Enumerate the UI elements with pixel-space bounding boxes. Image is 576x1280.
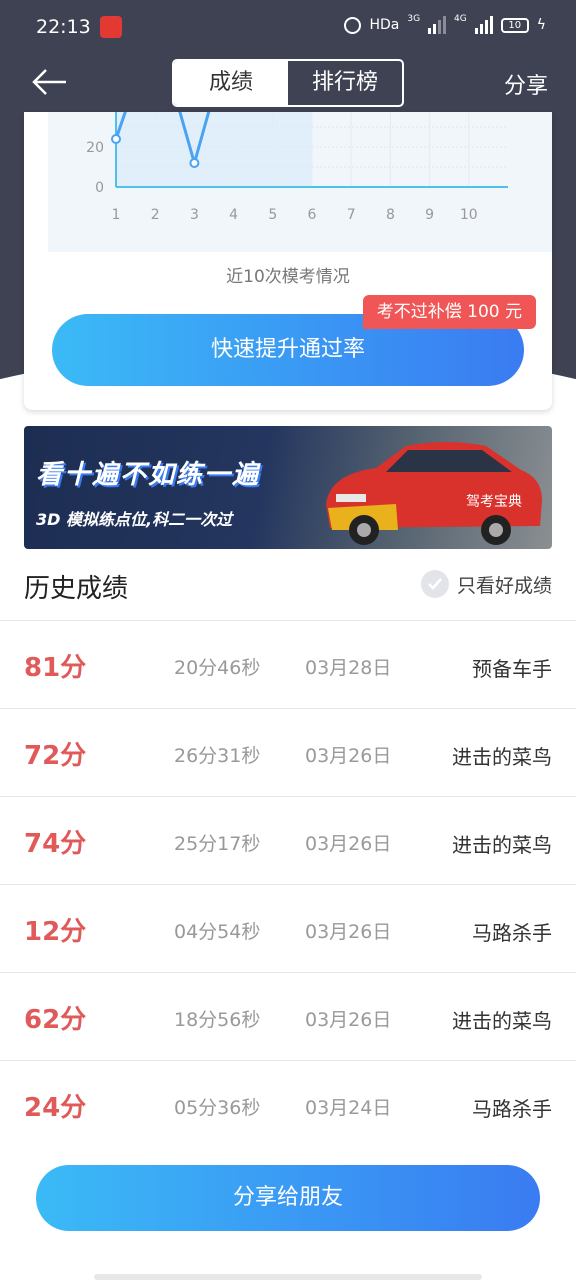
chart-x-tick-label: 4 [229,207,238,223]
row-date: 03月26日 [305,745,392,767]
row-duration: 25分17秒 [174,833,261,855]
row-rank: 进击的菜鸟 [452,1009,552,1033]
chart-highlight-region [116,112,312,187]
row-rank: 进击的菜鸟 [452,745,552,769]
history-header: 历史成绩 只看好成绩 [0,556,576,620]
row-duration: 20分46秒 [174,657,261,679]
table-row[interactable]: 62分 18分56秒 03月26日 进击的菜鸟 [0,972,576,1060]
history-list: 81分 20分46秒 03月28日 预备车手 72分 26分31秒 03月26日… [0,620,576,1148]
car-door-text: 驾考宝典 [466,494,522,510]
row-score: 81分 [24,653,87,683]
network-4g-label: 4G [454,14,467,24]
network-3g-label: 3G [407,14,421,24]
signal-icon-1 [428,16,447,34]
row-duration: 05分36秒 [174,1097,261,1119]
chart-x-tick-label: 9 [425,207,434,223]
tab-score[interactable]: 成绩 [174,61,288,105]
chart-point [111,134,121,144]
arrow-left-icon [32,69,66,95]
chart-caption: 近10次模考情况 [226,267,350,287]
row-date: 03月28日 [305,657,392,679]
row-score: 12分 [24,917,87,947]
signal-icon-2 [474,16,493,34]
charging-icon: ϟ [536,17,546,33]
check-circle-icon [420,570,449,598]
chart-x-tick-label: 3 [190,207,199,223]
segment-control: 成绩 排行榜 [172,59,404,107]
chart-x-tick-label: 1 [112,207,121,223]
history-title: 历史成绩 [24,574,129,604]
row-date: 03月24日 [305,1097,392,1119]
chart-x-tick-label: 7 [347,207,356,223]
compensation-badge: 考不过补偿 100 元 [362,295,536,329]
car-image: 驾考宝典 [326,442,542,545]
status-icons: HDa 3G 4G 10 ϟ [344,14,546,34]
share-to-friends-button[interactable]: 分享给朋友 [36,1165,540,1231]
good-scores-filter[interactable]: 只看好成绩 [420,570,552,598]
chart-y-tick-label: 0 [95,180,104,196]
row-rank: 马路杀手 [472,921,552,945]
banner-subline: 3D 模拟练点位,科二一次过 [36,510,233,529]
share-link[interactable]: 分享 [504,68,548,100]
hd-indicator: HDa [369,17,400,33]
row-rank: 预备车手 [472,657,552,681]
table-row[interactable]: 72分 26分31秒 03月26日 进击的菜鸟 [0,708,576,796]
row-duration: 26分31秒 [174,745,261,767]
status-time: 22:13 [36,16,91,38]
ad-banner[interactable]: 看十遍不如练一遍 3D 模拟练点位,科二一次过 驾考宝典 [24,426,552,549]
row-duration: 04分54秒 [174,921,261,943]
row-rank: 马路杀手 [472,1097,552,1121]
table-row[interactable]: 12分 04分54秒 03月26日 马路杀手 [0,884,576,972]
row-score: 74分 [24,829,87,859]
banner-headline: 看十遍不如练一遍 [36,460,261,490]
row-rank: 进击的菜鸟 [452,833,552,857]
home-indicator [94,1274,482,1280]
chart-x-tick-label: 2 [151,207,160,223]
row-date: 03月26日 [305,833,392,855]
alarm-icon [344,16,362,34]
top-nav: 成绩 排行榜 分享 [0,56,576,112]
back-button[interactable] [30,62,70,102]
app-notification-icon [100,16,122,38]
chart-x-tick-label: 5 [268,207,277,223]
chart-x-tick-label: 8 [386,207,395,223]
score-line-chart: 0 20 1 2 3 4 5 6 7 8 9 10 [86,112,508,223]
table-row[interactable]: 24分 05分36秒 03月24日 马路杀手 [0,1060,576,1148]
status-bar: 22:13 HDa 3G 4G 10 ϟ [0,0,576,56]
row-date: 03月26日 [305,921,392,943]
battery-icon: 10 [500,17,529,33]
row-date: 03月26日 [305,1009,392,1031]
chart-point [189,158,200,168]
score-chart-card: 0 20 1 2 3 4 5 6 7 8 9 10 近10次模考情况 快速提升通过率 考不过补偿 10… [24,112,552,410]
filter-label: 只看好成绩 [456,574,552,597]
row-score: 72分 [24,741,87,771]
table-row[interactable]: 74分 25分17秒 03月26日 进击的菜鸟 [0,796,576,884]
row-score: 24分 [24,1093,87,1123]
row-score: 62分 [24,1005,87,1035]
table-row[interactable]: 81分 20分46秒 03月28日 预备车手 [0,620,576,708]
tab-ranking[interactable]: 排行榜 [288,61,402,105]
chart-x-tick-label: 10 [460,207,478,223]
chart-x-tick-label: 6 [308,207,317,223]
chart-y-tick-label: 20 [86,140,104,156]
row-duration: 18分56秒 [174,1009,261,1031]
